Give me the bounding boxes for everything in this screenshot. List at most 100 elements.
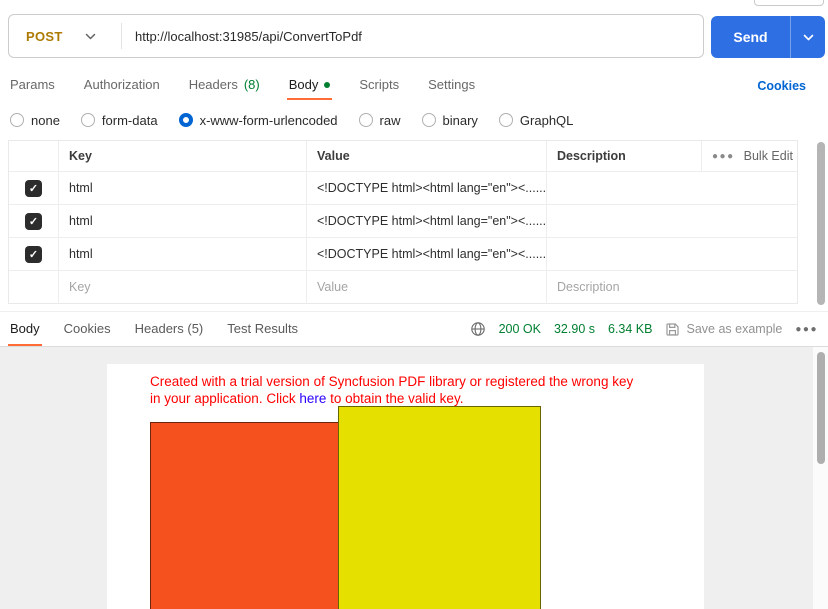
radio-label: binary bbox=[443, 113, 478, 128]
body-mode-form-data[interactable]: form-data bbox=[81, 113, 158, 128]
new-value-input[interactable] bbox=[317, 280, 535, 294]
response-header: Body Cookies Headers (5) Test Results 20… bbox=[0, 311, 828, 347]
radio-label: GraphQL bbox=[520, 113, 573, 128]
value-cell[interactable]: <!DOCTYPE html><html lang="en"><...... bbox=[306, 238, 546, 270]
save-icon bbox=[665, 322, 680, 337]
radio-label: none bbox=[31, 113, 60, 128]
request-tabs: Params Authorization Headers (8) Body Sc… bbox=[8, 71, 820, 100]
urlencoded-table: Key Value Description ●●● Bulk Edit html… bbox=[8, 140, 798, 304]
radio-icon[interactable] bbox=[81, 113, 95, 127]
tab-body[interactable]: Body bbox=[287, 71, 333, 100]
table-row: html <!DOCTYPE html><html lang="en"><...… bbox=[9, 237, 797, 270]
network-globe-icon[interactable] bbox=[470, 321, 486, 337]
pdf-page: Created with a trial version of Syncfusi… bbox=[107, 364, 704, 609]
api-client-window: POST Send Params Authorization Headers (… bbox=[0, 0, 828, 609]
tab-authorization[interactable]: Authorization bbox=[82, 71, 162, 100]
radio-label: raw bbox=[380, 113, 401, 128]
body-mode-x-www-form-urlencoded[interactable]: x-www-form-urlencoded bbox=[179, 113, 338, 128]
save-as-example-button[interactable]: Save as example bbox=[665, 322, 782, 337]
row-checkbox-checked[interactable] bbox=[25, 180, 42, 197]
radio-selected-icon[interactable] bbox=[179, 113, 193, 127]
key-cell[interactable]: html bbox=[58, 172, 306, 204]
response-more-icon[interactable]: ●●● bbox=[795, 324, 818, 335]
partial-toolbar-control bbox=[754, 0, 824, 6]
method-select[interactable]: POST bbox=[9, 15, 121, 57]
tab-label: Scripts bbox=[359, 77, 399, 92]
response-scrollbar-thumb[interactable] bbox=[817, 352, 825, 464]
response-tab-test-results[interactable]: Test Results bbox=[225, 312, 300, 346]
request-panel-scrollbar[interactable] bbox=[817, 142, 825, 305]
new-key-input[interactable] bbox=[69, 280, 294, 294]
body-mode-binary[interactable]: binary bbox=[422, 113, 478, 128]
body-mode-none[interactable]: none bbox=[10, 113, 60, 128]
radio-icon[interactable] bbox=[499, 113, 513, 127]
description-cell[interactable] bbox=[546, 205, 797, 237]
tab-label: Test Results bbox=[227, 321, 298, 336]
radio-icon[interactable] bbox=[10, 113, 24, 127]
tab-label: Cookies bbox=[64, 321, 111, 336]
bulk-edit-button[interactable]: Bulk Edit bbox=[744, 149, 793, 163]
pdf-yellow-rectangle bbox=[338, 406, 541, 609]
value-cell[interactable]: <!DOCTYPE html><html lang="en"><...... bbox=[306, 205, 546, 237]
trial-notice-line1: Created with a trial version of Syncfusi… bbox=[150, 374, 633, 389]
response-tab-headers[interactable]: Headers (5) bbox=[133, 312, 206, 346]
pdf-orange-rectangle bbox=[150, 422, 339, 609]
url-input[interactable] bbox=[122, 15, 703, 57]
response-body-viewer: Created with a trial version of Syncfusi… bbox=[0, 347, 813, 609]
trial-notice-line2-end: to obtain the valid key. bbox=[326, 391, 463, 406]
response-size: 6.34 KB bbox=[608, 322, 652, 336]
description-column-header: Description bbox=[546, 141, 701, 171]
tab-scripts[interactable]: Scripts bbox=[357, 71, 401, 100]
send-options-button[interactable] bbox=[790, 16, 825, 58]
description-cell[interactable] bbox=[546, 238, 797, 270]
send-button[interactable]: Send bbox=[711, 16, 825, 58]
tab-label: Headers bbox=[189, 77, 238, 92]
row-checkbox-checked[interactable] bbox=[25, 246, 42, 263]
tab-params[interactable]: Params bbox=[8, 71, 57, 100]
key-cell bbox=[58, 271, 306, 303]
send-button-label[interactable]: Send bbox=[711, 16, 790, 58]
trial-notice: Created with a trial version of Syncfusi… bbox=[150, 374, 662, 407]
table-actions-cell: ●●● Bulk Edit bbox=[701, 141, 797, 171]
trial-here-link[interactable]: here bbox=[299, 391, 326, 406]
new-description-input[interactable] bbox=[557, 280, 785, 294]
checkbox-cell bbox=[9, 205, 58, 237]
body-mode-graphql[interactable]: GraphQL bbox=[499, 113, 573, 128]
status-badge: 200 OK bbox=[499, 322, 541, 336]
radio-icon[interactable] bbox=[422, 113, 436, 127]
table-row: html <!DOCTYPE html><html lang="en"><...… bbox=[9, 171, 797, 204]
table-more-icon[interactable]: ●●● bbox=[712, 151, 735, 162]
response-tab-body[interactable]: Body bbox=[8, 312, 42, 346]
request-url-bar: POST bbox=[8, 14, 704, 58]
tab-label: Body bbox=[10, 321, 40, 336]
table-new-row bbox=[9, 270, 797, 303]
response-tabs: Body Cookies Headers (5) Test Results bbox=[8, 312, 300, 346]
cookies-link[interactable]: Cookies bbox=[757, 79, 820, 93]
tab-headers[interactable]: Headers (8) bbox=[187, 71, 262, 100]
key-cell[interactable]: html bbox=[58, 238, 306, 270]
checkbox-cell bbox=[9, 271, 58, 303]
value-cell bbox=[306, 271, 546, 303]
trial-notice-line2: in your application. Click bbox=[150, 391, 299, 406]
radio-icon[interactable] bbox=[359, 113, 373, 127]
chevron-down-icon bbox=[803, 28, 814, 46]
tab-settings[interactable]: Settings bbox=[426, 71, 477, 100]
body-modified-dot bbox=[324, 82, 330, 88]
select-all-cell bbox=[9, 141, 58, 171]
response-time: 32.90 s bbox=[554, 322, 595, 336]
description-cell bbox=[546, 271, 797, 303]
key-column-header: Key bbox=[58, 141, 306, 171]
value-cell[interactable]: <!DOCTYPE html><html lang="en"><...... bbox=[306, 172, 546, 204]
tab-label: Authorization bbox=[84, 77, 160, 92]
description-cell[interactable] bbox=[546, 172, 797, 204]
chevron-down-icon bbox=[85, 33, 96, 40]
row-checkbox-checked[interactable] bbox=[25, 213, 42, 230]
response-meta: 200 OK 32.90 s 6.34 KB Save as example ●… bbox=[470, 312, 818, 346]
method-label: POST bbox=[26, 29, 63, 44]
radio-label: x-www-form-urlencoded bbox=[200, 113, 338, 128]
key-cell[interactable]: html bbox=[58, 205, 306, 237]
response-tab-cookies[interactable]: Cookies bbox=[62, 312, 113, 346]
tab-label: Body bbox=[289, 77, 319, 92]
body-mode-raw[interactable]: raw bbox=[359, 113, 401, 128]
tab-label: Settings bbox=[428, 77, 475, 92]
